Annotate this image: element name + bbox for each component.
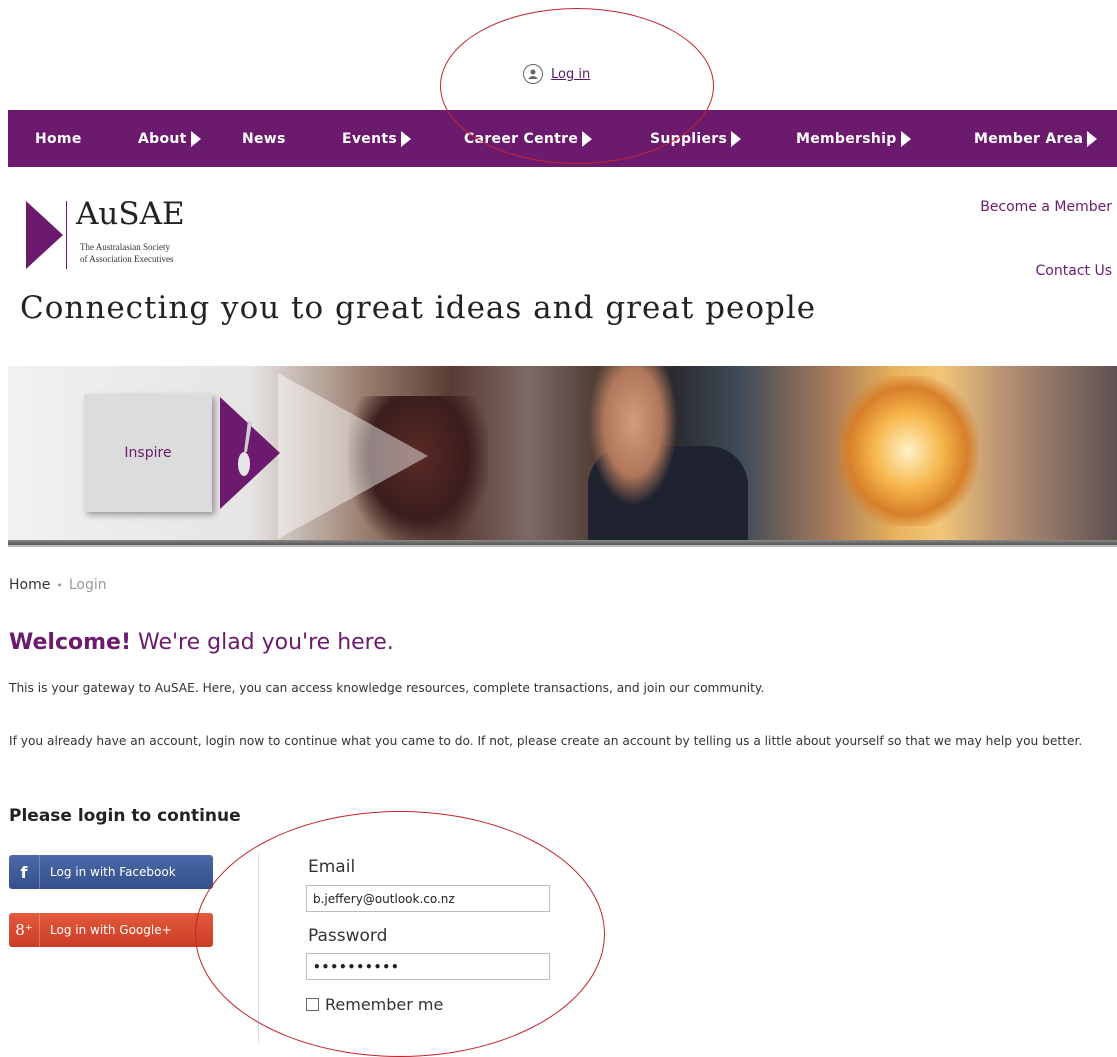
login-link[interactable]: Log in <box>551 67 590 82</box>
nav-events[interactable]: Events <box>342 130 411 147</box>
account-paragraph: If you already have an account, login no… <box>9 734 1083 748</box>
nav-label: About <box>138 130 187 147</box>
banner-photo-figure <box>588 366 678 506</box>
logo-divider <box>66 201 67 269</box>
nav-suppliers[interactable]: Suppliers <box>650 130 742 147</box>
user-icon <box>523 64 543 84</box>
nav-label: Member Area <box>974 130 1084 147</box>
nav-label: Home <box>35 130 82 147</box>
breadcrumb: Home • Login <box>9 577 107 593</box>
breadcrumb-home[interactable]: Home <box>9 577 50 593</box>
nav-news[interactable]: News <box>242 131 286 147</box>
main-nav: Home About News Events Career Centre Sup… <box>8 110 1117 167</box>
logo-subtitle-line1: The Australasian Society <box>80 242 170 252</box>
logo-name[interactable]: AuSAE <box>76 196 185 232</box>
top-login[interactable]: Log in <box>523 64 590 84</box>
welcome-bold: Welcome! <box>9 630 131 655</box>
nav-about[interactable]: About <box>138 130 201 147</box>
brush-icon <box>234 418 258 482</box>
contact-us-link[interactable]: Contact Us <box>1036 263 1112 279</box>
email-label: Email <box>308 857 356 877</box>
nav-career-centre[interactable]: Career Centre <box>464 130 593 147</box>
logo-triangle-icon <box>26 201 63 269</box>
nav-label: Suppliers <box>650 130 728 147</box>
become-member-link[interactable]: Become a Member <box>980 199 1112 215</box>
banner-photo-flame <box>838 376 978 526</box>
arrow-right-icon <box>190 130 201 147</box>
inspire-tile[interactable]: Inspire <box>84 394 212 512</box>
arrow-right-icon <box>731 130 742 147</box>
facebook-login-button[interactable]: f Log in with Facebook <box>9 855 213 889</box>
tagline: Connecting you to great ideas and great … <box>20 290 817 326</box>
remember-me-checkbox[interactable]: Remember me <box>306 995 443 1014</box>
nav-membership[interactable]: Membership <box>796 130 911 147</box>
login-heading: Please login to continue <box>9 806 241 826</box>
nav-label: Career Centre <box>464 130 579 147</box>
remember-me-label: Remember me <box>325 995 444 1014</box>
nav-member-area[interactable]: Member Area <box>974 130 1098 147</box>
vertical-divider <box>258 853 259 1043</box>
page-title: Welcome! We're glad you're here. <box>9 630 394 655</box>
arrow-right-icon <box>1087 130 1098 147</box>
arrow-right-icon <box>582 130 593 147</box>
intro-paragraph: This is your gateway to AuSAE. Here, you… <box>9 681 765 695</box>
annotation-circle-form <box>195 811 605 1057</box>
google-login-button[interactable]: 8⁺ Log in with Google+ <box>9 913 213 947</box>
inspire-label: Inspire <box>124 445 172 461</box>
nav-label: News <box>242 130 286 147</box>
google-login-label: Log in with Google+ <box>50 923 172 937</box>
banner-underline-light <box>8 545 1117 547</box>
welcome-rest: We're glad you're here. <box>130 630 394 655</box>
arrow-right-icon <box>400 130 411 147</box>
email-field[interactable]: b.jeffery@outlook.co.nz <box>306 885 550 912</box>
banner-arrow-overlay <box>278 373 428 539</box>
breadcrumb-separator: • <box>56 578 63 592</box>
password-label: Password <box>308 926 388 946</box>
logo-subtitle-line2: of Association Executives <box>80 254 174 264</box>
facebook-icon: f <box>9 855 40 889</box>
google-plus-icon: 8⁺ <box>9 913 40 947</box>
nav-label: Events <box>342 130 397 147</box>
facebook-login-label: Log in with Facebook <box>50 865 176 879</box>
nav-home[interactable]: Home <box>35 131 82 147</box>
nav-label: Membership <box>796 130 897 147</box>
checkbox-icon[interactable] <box>306 998 319 1011</box>
arrow-right-icon <box>900 130 911 147</box>
breadcrumb-current: Login <box>68 577 107 593</box>
password-field[interactable]: •••••••••• <box>306 953 550 980</box>
